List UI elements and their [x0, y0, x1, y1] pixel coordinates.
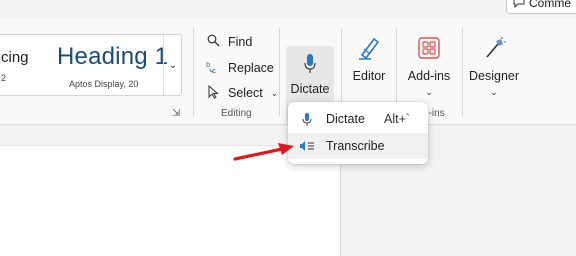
chevron-down-icon: ⌄	[425, 87, 433, 97]
menu-item-dictate-label: Dictate	[326, 112, 365, 126]
svg-text:c: c	[212, 67, 216, 74]
find-button[interactable]: Find	[206, 32, 252, 52]
comments-label: Comme	[529, 0, 572, 10]
title-bar: Comme	[0, 0, 576, 18]
dictate-dropdown-menu: Dictate Alt+` Transcribe	[288, 102, 428, 164]
designer-label: Designer	[468, 69, 520, 83]
menu-item-transcribe-label: Transcribe	[326, 139, 385, 153]
add-ins-label: Add-ins	[407, 69, 451, 83]
group-separator	[193, 28, 194, 116]
group-separator	[279, 28, 280, 116]
style-item-heading1[interactable]: Heading 1	[57, 43, 168, 71]
svg-text:b: b	[206, 61, 211, 69]
group-separator	[462, 28, 463, 116]
comments-button[interactable]: Comme	[506, 0, 576, 14]
replace-icon: bc	[206, 60, 220, 77]
chevron-down-icon: ⌄	[270, 88, 279, 98]
styles-more-button[interactable]: ⌄	[163, 35, 182, 95]
styles-gallery[interactable]: cing 2 Heading 1 Aptos Display, 20 ⌄	[0, 34, 182, 96]
styles-dialog-launcher-icon[interactable]: ⇲	[172, 108, 180, 119]
style-item-heading1-sub: Aptos Display, 20	[69, 79, 139, 89]
microphone-icon	[286, 48, 334, 80]
add-ins-grid-icon	[402, 32, 456, 64]
find-label: Find	[228, 35, 253, 49]
style-item-spacing-sub: 2	[1, 73, 7, 83]
chevron-down-icon: ⌄	[490, 87, 498, 97]
dictate-label: Dictate	[290, 82, 330, 96]
editor-label: Editor	[352, 69, 386, 83]
add-ins-button[interactable]: Add-ins ⌄	[402, 32, 456, 97]
designer-wand-icon	[466, 32, 522, 64]
microphone-icon	[288, 112, 326, 127]
search-icon	[206, 34, 220, 50]
chevron-down-icon: ⌄	[168, 59, 178, 71]
designer-button[interactable]: Designer ⌄	[466, 32, 522, 97]
select-label: Select	[228, 86, 263, 100]
editing-group-label: Editing	[221, 108, 252, 119]
comment-icon	[513, 0, 525, 11]
editor-pen-icon	[348, 32, 390, 64]
cursor-arrow-icon	[206, 84, 220, 102]
select-button[interactable]: Select ⌄	[206, 83, 278, 103]
red-arrow-annotation-icon	[233, 143, 294, 161]
style-item-spacing[interactable]: cing	[1, 49, 29, 66]
editor-button[interactable]: Editor	[348, 32, 390, 83]
menu-item-dictate-shortcut: Alt+`	[384, 112, 411, 126]
menu-item-dictate[interactable]: Dictate Alt+`	[288, 106, 428, 132]
replace-label: Replace	[228, 61, 274, 75]
replace-button[interactable]: bc Replace	[206, 58, 274, 78]
menu-item-transcribe[interactable]: Transcribe	[288, 133, 428, 159]
